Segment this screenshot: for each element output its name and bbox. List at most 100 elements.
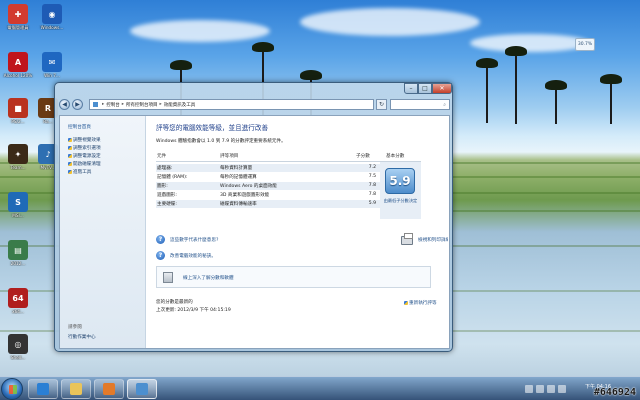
task-link-label: 調整電源設定 bbox=[73, 154, 101, 159]
score-status: 您的分數是最新的 bbox=[156, 300, 193, 305]
desktop-icon-windows[interactable]: ◉ Windows... bbox=[34, 4, 70, 30]
address-bar[interactable]: ▸ 控制台 ▸ 所有控制台項目 ▸ 效能資訊及工具 bbox=[89, 99, 374, 110]
performance-window[interactable]: – □ ✕ ◀ ▶ ▸ 控制台 ▸ 所有控制台項目 ▸ 效能資訊及工具 ↻ ⌕ … bbox=[54, 82, 453, 352]
task-link-label: 調整索引選項 bbox=[73, 146, 101, 151]
taskbar-ie-button[interactable] bbox=[28, 379, 58, 399]
shield-icon bbox=[404, 300, 408, 305]
view-print-details-link[interactable]: 檢視和列印詳細的效能及系統資訊 bbox=[418, 237, 448, 243]
item-cell: 3D 商業和遊戲圖形效能 bbox=[220, 193, 270, 198]
task-link[interactable]: 開啟磁碟清理 bbox=[68, 161, 101, 167]
column-header-base-score: 基本分數 bbox=[386, 154, 405, 159]
taskbar-media-player-button[interactable] bbox=[94, 379, 124, 399]
cpu-meter-gadget[interactable]: 30.7% bbox=[575, 38, 595, 51]
base-score-badge: 5.9 bbox=[385, 168, 415, 194]
task-link-label: 開啟磁碟清理 bbox=[73, 162, 101, 167]
table-row: 圖形: Windows Aero 的桌面效能 7.8 bbox=[156, 182, 380, 190]
component-cell: 主要硬碟: bbox=[157, 202, 177, 207]
subscore-cell: 7.8 bbox=[368, 192, 376, 197]
desktop-icon-label: 電腦管理員 bbox=[7, 25, 29, 30]
desktop-icon-2012[interactable]: ▤ 2012... bbox=[0, 240, 36, 266]
navigation-bar: ◀ ▶ ▸ 控制台 ▸ 所有控制台項目 ▸ 效能資訊及工具 ↻ ⌕ bbox=[59, 98, 450, 112]
flag-icon[interactable] bbox=[525, 385, 533, 393]
explorer-folder-icon bbox=[70, 383, 82, 395]
desktop-icon-alcohol[interactable]: A Alcohol 120% bbox=[0, 52, 36, 78]
what-do-numbers-mean-link[interactable]: 這些數字代表什麼意思? bbox=[170, 237, 218, 243]
maximize-button[interactable]: □ bbox=[418, 83, 432, 94]
learn-more-box[interactable]: 線上深入了解分數和軟體 bbox=[156, 266, 431, 288]
close-button[interactable]: ✕ bbox=[432, 83, 452, 94]
left-task-pane: 控制台首頁 調整視覺效果 調整索引選項 調整電源設定 開啟磁碟清理 進階工具 請… bbox=[60, 116, 146, 348]
taskbar-control-panel-button[interactable] bbox=[127, 379, 157, 399]
task-link[interactable]: 調整視覺效果 bbox=[68, 137, 101, 143]
ie-icon bbox=[37, 383, 49, 395]
chevron-right-icon: ▸ bbox=[121, 102, 125, 107]
subscore-cell: 7.5 bbox=[368, 174, 376, 179]
desktop-icon-label: x64... bbox=[12, 309, 24, 314]
back-arrow-icon: ◀ bbox=[62, 101, 67, 108]
palm-tree bbox=[545, 80, 567, 124]
component-cell: 圖形: bbox=[157, 184, 168, 189]
document-icon: ▤ bbox=[8, 240, 28, 260]
network-icon[interactable] bbox=[536, 385, 544, 393]
component-cell: 遊戲圖形: bbox=[157, 193, 177, 198]
cloud bbox=[470, 34, 590, 52]
watermark: #646924 bbox=[593, 387, 636, 398]
taskbar-explorer-button[interactable] bbox=[61, 379, 91, 399]
item-cell: 每秒資料計算量 bbox=[220, 166, 253, 171]
table-row: 處理器: 每秒資料計算量 7.2 bbox=[156, 164, 380, 172]
chevron-right-icon: ▸ bbox=[102, 102, 105, 107]
help-question-icon: ? bbox=[156, 235, 165, 244]
desktop-icon-x64[interactable]: 64 x64... bbox=[0, 288, 36, 314]
breadcrumb-item[interactable]: 所有控制台項目 bbox=[126, 102, 158, 108]
last-update-timestamp: 上次更新: 2012/3/9 下午 04:15:19 bbox=[156, 308, 231, 313]
shield-icon bbox=[68, 153, 72, 158]
desktop-icon-label: Win 7... bbox=[44, 73, 60, 78]
power-icon[interactable] bbox=[558, 385, 566, 393]
search-input[interactable]: ⌕ bbox=[390, 99, 450, 110]
title-bar[interactable]: – □ ✕ bbox=[55, 83, 452, 95]
control-panel-home-link[interactable]: 控制台首頁 bbox=[68, 124, 91, 130]
cloud bbox=[300, 8, 480, 36]
desktop-icon-label: MSI... bbox=[12, 213, 24, 218]
desktop-icon-win7[interactable]: ✉ Win 7... bbox=[34, 52, 70, 78]
task-link[interactable]: 調整電源設定 bbox=[68, 153, 101, 159]
learn-more-link[interactable]: 線上深入了解分數和軟體 bbox=[183, 275, 234, 281]
minimize-button[interactable]: – bbox=[404, 83, 418, 94]
start-button[interactable] bbox=[1, 378, 23, 400]
column-header-item: 評等項目 bbox=[220, 154, 239, 159]
desktop-icon-msi[interactable]: S MSI... bbox=[0, 192, 36, 218]
cloud bbox=[130, 20, 270, 42]
task-link[interactable]: 調整索引選項 bbox=[68, 145, 101, 151]
forward-button[interactable]: ▶ bbox=[72, 99, 83, 110]
table-row: 主要硬碟: 磁碟資料傳輸速率 5.9 bbox=[156, 200, 380, 208]
palm-tree bbox=[476, 58, 498, 123]
table-row: 遊戲圖形: 3D 商業和遊戲圖形效能 7.8 bbox=[156, 191, 380, 199]
ps2-app-icon: ■ bbox=[8, 98, 28, 118]
help-question-icon: ? bbox=[156, 251, 165, 260]
desktop-icon-shell[interactable]: ◎ Shell... bbox=[0, 334, 36, 360]
pc-manager-icon: ✚ bbox=[8, 4, 28, 24]
gadget-value: 30.7% bbox=[577, 42, 593, 47]
see-also-heading: 請參閱 bbox=[68, 325, 82, 330]
task-link[interactable]: 進階工具 bbox=[68, 169, 91, 175]
component-cell: 記憶體 (RAM): bbox=[157, 175, 188, 180]
desktop-icon-label: Windows... bbox=[40, 25, 64, 30]
back-button[interactable]: ◀ bbox=[59, 99, 70, 110]
rerun-assessment-link[interactable]: 重新執行評等 bbox=[404, 300, 437, 306]
refresh-button[interactable]: ↻ bbox=[376, 99, 387, 110]
page-title: 評等您的電腦效能等級，並且進行改善 bbox=[156, 124, 269, 132]
column-header-component: 元件 bbox=[157, 154, 167, 159]
base-score-caption: 由最低子分數決定 bbox=[383, 198, 418, 203]
desktop-icon-pc-manager[interactable]: ✚ 電腦管理員 bbox=[0, 4, 36, 30]
team-app-icon: ✦ bbox=[8, 144, 28, 164]
action-center-link[interactable]: 行動作業中心 bbox=[68, 334, 96, 340]
breadcrumb-item[interactable]: 效能資訊及工具 bbox=[164, 102, 196, 108]
breadcrumb-item[interactable]: 控制台 bbox=[106, 102, 120, 108]
taskbar: 下午 04:16 bbox=[0, 376, 640, 400]
printer-icon bbox=[401, 233, 413, 245]
palm-tree bbox=[600, 74, 622, 124]
subscore-cell: 7.2 bbox=[368, 165, 376, 170]
volume-icon[interactable] bbox=[547, 385, 555, 393]
windows-app-icon: ◉ bbox=[42, 4, 62, 24]
improve-performance-tips-link[interactable]: 改善電腦效能的秘訣。 bbox=[170, 253, 216, 259]
